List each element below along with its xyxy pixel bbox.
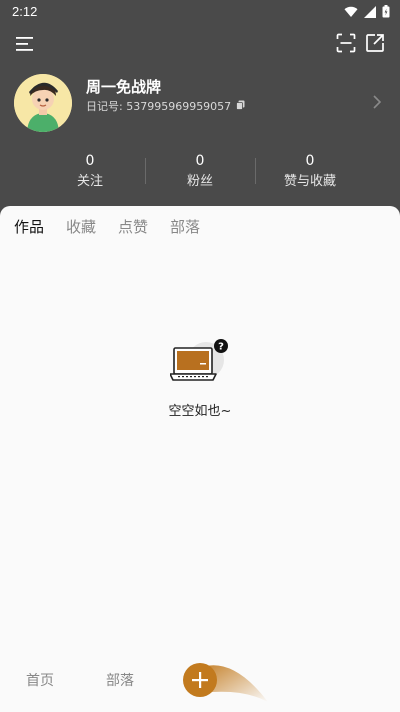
tab-favorites[interactable]: 收藏	[66, 216, 96, 237]
menu-icon[interactable]	[13, 32, 37, 56]
tab-bar: 作品 收藏 点赞 部落	[14, 216, 200, 237]
stat-value: 0	[305, 153, 315, 169]
signal-icon	[364, 5, 376, 18]
chevron-right-icon[interactable]	[372, 94, 382, 114]
stats-bar: 0 关注 0 粉丝 0 赞与收藏	[0, 153, 400, 189]
status-bar: 2:12	[0, 0, 400, 24]
stat-likes-favorites[interactable]: 0 赞与收藏	[255, 153, 365, 189]
empty-state-text: 空空如也~	[168, 404, 232, 419]
user-id-row: 日记号: 537995969959057	[86, 98, 245, 114]
user-id: 日记号: 537995969959057	[86, 100, 232, 113]
username: 周一免战牌	[86, 78, 162, 96]
status-time: 2:12	[12, 4, 38, 19]
wifi-icon	[344, 6, 358, 17]
tab-works[interactable]: 作品	[14, 216, 44, 237]
tab-likes[interactable]: 点赞	[118, 216, 148, 237]
fab-swoosh-decoration	[206, 665, 268, 702]
battery-icon	[382, 5, 390, 18]
status-icons	[344, 5, 390, 18]
stat-label: 关注	[76, 174, 103, 189]
empty-laptop-icon: ?	[169, 338, 230, 390]
top-bar	[0, 30, 400, 58]
nav-home[interactable]: 首页	[26, 670, 54, 690]
stat-value: 0	[195, 153, 205, 169]
copy-icon[interactable]	[236, 100, 245, 113]
stat-following[interactable]: 0 关注	[35, 153, 145, 189]
svg-text:?: ?	[218, 342, 224, 353]
nav-tribe[interactable]: 部落	[106, 670, 134, 690]
stat-label: 赞与收藏	[283, 174, 336, 189]
profile-card[interactable]: 周一免战牌 日记号: 537995969959057	[14, 74, 386, 134]
stat-followers[interactable]: 0 粉丝	[145, 153, 255, 189]
tab-tribe[interactable]: 部落	[170, 216, 200, 237]
share-icon[interactable]	[363, 31, 387, 55]
plus-icon	[192, 672, 208, 688]
stat-value: 0	[85, 153, 95, 169]
content-panel: 作品 收藏 点赞 部落 ? 空空如也~	[0, 206, 400, 712]
stat-label: 粉丝	[186, 174, 213, 189]
add-button[interactable]	[183, 663, 217, 697]
scan-icon[interactable]	[334, 31, 358, 55]
avatar[interactable]	[14, 74, 72, 132]
